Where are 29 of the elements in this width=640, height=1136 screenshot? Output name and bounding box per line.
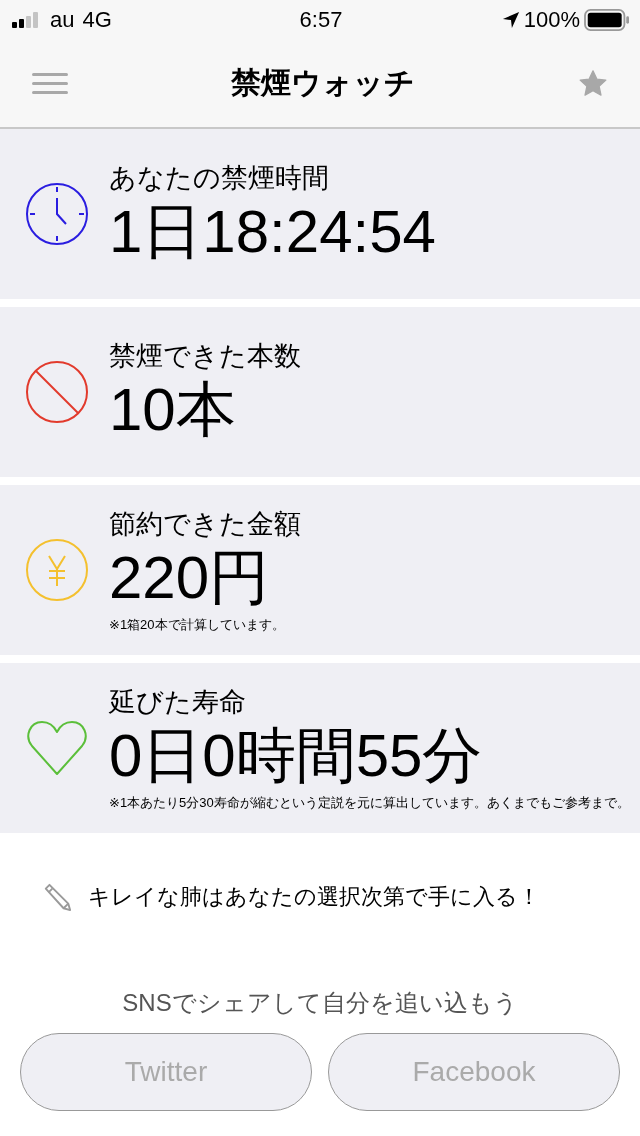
stat-value: 220円 (109, 543, 271, 613)
stat-value: 0日0時間55分 (109, 721, 484, 791)
battery-icon (584, 9, 630, 31)
star-icon (578, 68, 608, 99)
share-button[interactable]: Twitter (20, 1033, 312, 1111)
network-type: 4G (82, 7, 112, 33)
favorite-button[interactable] (578, 68, 608, 99)
share-button[interactable]: Facebook (328, 1033, 620, 1111)
stat-value: 10本 (109, 375, 237, 445)
screen-title: 禁煙ウォッチ (231, 65, 415, 101)
menu-icon (32, 72, 68, 95)
stat-label: 延びた寿命 (109, 686, 247, 719)
pencil-icon (42, 882, 72, 912)
clock-icon (25, 182, 89, 246)
stat-label: 節約できた金額 (109, 508, 301, 541)
battery-percent: 100% (523, 7, 580, 33)
tip-text: キレイな肺はあなたの選択次第で手に入る！ (88, 883, 540, 911)
prohibited-icon (25, 360, 89, 424)
carrier-name: au (50, 7, 75, 33)
yen-icon (25, 538, 89, 602)
status-time: 6:57 (299, 7, 343, 33)
share-prompt: SNSでシェアして自分を追い込もう (121, 988, 519, 1018)
stat-label: 禁煙できた本数 (109, 340, 301, 373)
location-icon (501, 11, 520, 29)
stat-label: あなたの禁煙時間 (109, 162, 330, 195)
stat-value: 1日18:24:54 (109, 197, 436, 267)
stat-note: ※1箱20本で計算しています。 (109, 616, 286, 634)
menu-button[interactable] (32, 72, 68, 95)
stat-note: ※1本あたり5分30寿命が縮むという定説を元に算出しています。あくまでもご参考まで。 (109, 794, 630, 812)
